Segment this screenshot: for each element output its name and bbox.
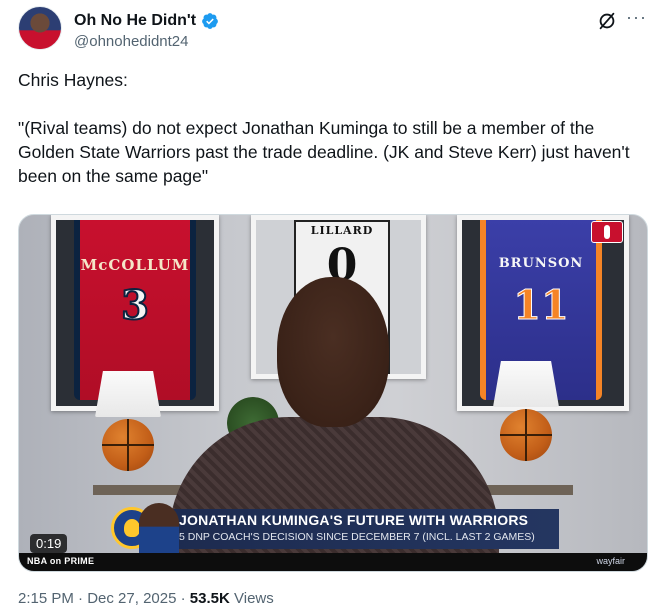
- tweet-time[interactable]: 2:15 PM: [18, 590, 74, 607]
- more-options-icon[interactable]: ···: [626, 8, 647, 26]
- tweet-text-quote: "(Rival teams) do not expect Jonathan Ku…: [18, 118, 630, 186]
- chyron-title: JONATHAN KUMINGA'S FUTURE WITH WARRIORS: [179, 512, 529, 528]
- video-player[interactable]: McCOLLUM 3 LILLARD 0 BRUNSON 11 JONATHAN…: [18, 214, 648, 572]
- meta-separator: ·: [78, 590, 84, 607]
- views-count[interactable]: 53.5K: [190, 590, 230, 607]
- jersey-name-right: BRUNSON: [498, 256, 584, 271]
- author-handle[interactable]: @ohnohedidnt24: [74, 33, 189, 50]
- jersey-name-left: McCOLLUM: [80, 256, 190, 274]
- grok-icon[interactable]: [596, 10, 618, 32]
- author-name-row[interactable]: Oh No He Didn't: [74, 12, 219, 30]
- jersey-name-center: LILLARD: [310, 224, 374, 237]
- tweet-header: Oh No He Didn't @ohnohedidnt24 ···: [18, 6, 648, 56]
- verified-badge-icon: [202, 13, 218, 29]
- tweet-text-line1: Chris Haynes:: [18, 70, 128, 90]
- chyron-subtitle: 5 DNP COACH'S DECISION SINCE DECEMBER 7 …: [179, 531, 535, 543]
- video-duration-badge: 0:19: [30, 534, 68, 553]
- meta-separator-2: ·: [180, 590, 186, 607]
- author-display-name[interactable]: Oh No He Didn't: [74, 12, 196, 30]
- tweet-text: Chris Haynes: "(Rival teams) do not expe…: [18, 68, 642, 188]
- tweet-date[interactable]: Dec 27, 2025: [87, 590, 176, 607]
- chyron-bar: JONATHAN KUMINGA'S FUTURE WITH WARRIORS …: [169, 509, 559, 549]
- network-label: NBA on PRIME: [27, 556, 95, 566]
- author-avatar[interactable]: [18, 6, 62, 50]
- chyron: JONATHAN KUMINGA'S FUTURE WITH WARRIORS …: [19, 503, 647, 571]
- nba-logo-icon: [591, 221, 623, 243]
- jersey-number-right: 11: [513, 282, 570, 330]
- broadcast-strip: NBA on PRIME wayfair: [19, 553, 647, 571]
- views-label: Views: [234, 590, 274, 607]
- basketball-lamp-left: [95, 371, 161, 471]
- player-thumbnail: [139, 503, 179, 555]
- basketball-lamp-right: [493, 361, 559, 461]
- tweet-meta: 2:15 PM · Dec 27, 2025 · 53.5K Views: [18, 590, 274, 607]
- sponsor-label: wayfair: [596, 556, 625, 566]
